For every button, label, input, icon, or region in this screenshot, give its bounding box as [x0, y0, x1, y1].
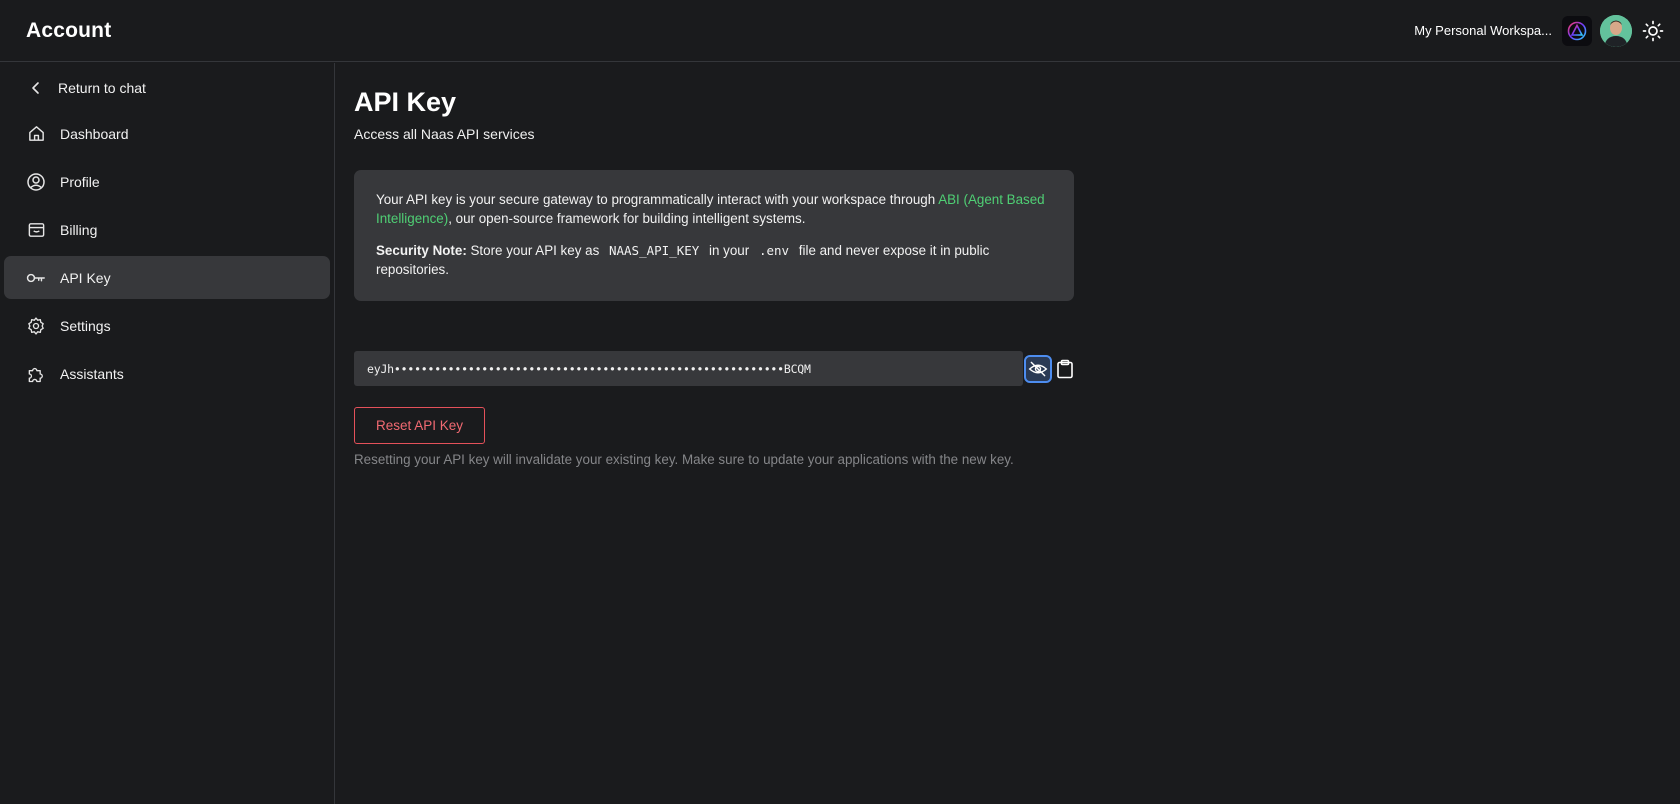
info-paragraph: Your API key is your secure gateway to p…: [376, 190, 1052, 228]
gear-icon: [26, 316, 46, 336]
sidebar-item-label: Assistants: [60, 365, 124, 382]
security-note: Security Note: Store your API key as NAA…: [376, 241, 1052, 279]
page-subtitle: Access all Naas API services: [354, 126, 535, 142]
triangle-logo-icon[interactable]: [1562, 15, 1592, 46]
sidebar-item-label: Billing: [60, 221, 98, 238]
page-header-title: Account: [26, 18, 112, 42]
user-circle-icon: [26, 172, 46, 192]
main-content: API Key Access all Naas API services You…: [354, 63, 1674, 467]
reset-warning-text: Resetting your API key will invalidate y…: [354, 452, 1014, 467]
chevron-left-icon: [26, 78, 46, 98]
sidebar-item-label: Profile: [60, 173, 100, 190]
api-key-row: eyJh••••••••••••••••••••••••••••••••••••…: [354, 351, 1674, 386]
header-controls: My Personal Workspa...: [1414, 14, 1666, 47]
sidebar-item-profile[interactable]: Profile: [4, 160, 330, 203]
user-avatar[interactable]: [1600, 14, 1632, 47]
sidebar: Return to chat Dashboard Profile Billing…: [0, 63, 335, 804]
wallet-icon: [26, 220, 46, 240]
sidebar-item-api-key[interactable]: API Key: [4, 256, 330, 299]
sidebar-item-label: Settings: [60, 317, 111, 334]
home-icon: [26, 124, 46, 144]
return-to-chat-label: Return to chat: [58, 80, 146, 96]
env-var-code: NAAS_API_KEY: [608, 243, 700, 258]
top-bar: Account My Personal Workspa...: [0, 0, 1680, 62]
sidebar-item-label: Dashboard: [60, 125, 129, 142]
info-text: in your: [705, 243, 753, 258]
sidebar-item-settings[interactable]: Settings: [4, 304, 330, 347]
reset-api-key-button[interactable]: Reset API Key: [354, 407, 486, 444]
info-text: , our open-source framework for building…: [448, 211, 806, 226]
sidebar-item-label: API Key: [60, 269, 111, 286]
eye-off-icon[interactable]: [1024, 354, 1052, 383]
info-text: Store your API key as: [466, 243, 603, 258]
puzzle-icon: [26, 364, 46, 384]
sidebar-item-dashboard[interactable]: Dashboard: [4, 112, 330, 155]
info-text: Your API key is your secure gateway to p…: [376, 192, 939, 207]
page-title: API Key: [354, 87, 457, 117]
sidebar-item-billing[interactable]: Billing: [4, 208, 330, 251]
key-icon: [26, 268, 46, 288]
sidebar-item-assistants[interactable]: Assistants: [4, 352, 330, 395]
api-key-info-card: Your API key is your secure gateway to p…: [354, 170, 1074, 301]
sun-icon[interactable]: [1640, 18, 1666, 44]
workspace-name[interactable]: My Personal Workspa...: [1414, 23, 1552, 38]
api-key-field[interactable]: eyJh••••••••••••••••••••••••••••••••••••…: [354, 351, 1023, 386]
clipboard-icon[interactable]: [1053, 357, 1077, 381]
security-note-label: Security Note:: [376, 243, 467, 258]
env-file-code: .env: [758, 243, 790, 258]
return-to-chat-link[interactable]: Return to chat: [4, 69, 330, 107]
